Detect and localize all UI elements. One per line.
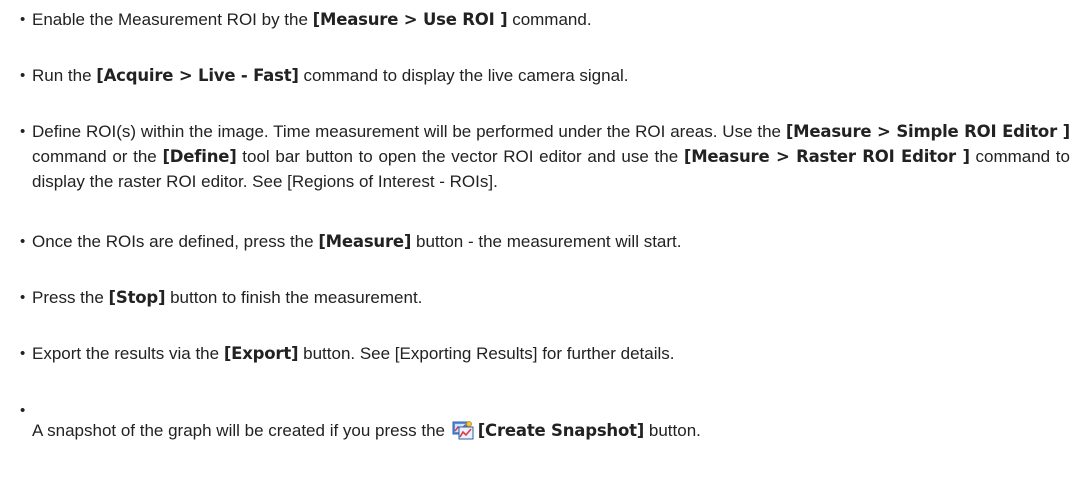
- step-text-pre: Once the ROIs are defined, press the: [32, 232, 319, 251]
- step-text-post: button - the measurement will start.: [411, 232, 682, 251]
- list-item: • Define ROI(s) within the image. Time m…: [20, 119, 1070, 194]
- command-measure-use-roi: [Measure > Use ROI ]: [312, 10, 508, 29]
- create-snapshot-icon: [452, 420, 474, 447]
- bullet: •: [20, 345, 26, 362]
- command-acquire-live-fast: [Acquire > Live - Fast]: [96, 66, 299, 85]
- step-text: Run the [Acquire > Live - Fast] command …: [20, 63, 1070, 88]
- command-raster-roi-editor: [Measure > Raster ROI Editor ]: [683, 147, 970, 166]
- bullet: •: [20, 123, 26, 140]
- step-text-mid2: tool bar button to open the vector ROI e…: [236, 147, 684, 166]
- step-text-post: button. See [Exporting Results] for furt…: [298, 344, 675, 363]
- step-text-pre: Define ROI(s) within the image. Time mea…: [32, 122, 786, 141]
- step-text-pre: A snapshot of the graph will be created …: [32, 421, 450, 440]
- step-text-post: button to finish the measurement.: [165, 288, 423, 307]
- step-text: Press the [Stop] button to finish the me…: [20, 285, 1070, 310]
- step-text-pre: Enable the Measurement ROI by the: [32, 10, 313, 29]
- step-text: Once the ROIs are defined, press the [Me…: [20, 229, 1070, 254]
- command-simple-roi-editor: [Measure > Simple ROI Editor ]: [785, 122, 1070, 141]
- list-item: • A snapshot of the graph will be create…: [20, 398, 1070, 447]
- step-text-post: command.: [507, 10, 592, 29]
- step-text-pre: Run the: [32, 66, 97, 85]
- bullet: •: [20, 67, 26, 84]
- step-text-post: command to display the live camera signa…: [298, 66, 629, 85]
- step-text-pre: Export the results via the: [32, 344, 224, 363]
- list-item: • Export the results via the [Export] bu…: [20, 341, 1070, 366]
- command-create-snapshot: [Create Snapshot]: [477, 421, 645, 440]
- bullet: •: [20, 402, 26, 419]
- command-define: [Define]: [162, 147, 237, 166]
- command-measure: [Measure]: [318, 232, 412, 251]
- list-item: • Once the ROIs are defined, press the […: [20, 229, 1070, 254]
- list-item: • Press the [Stop] button to finish the …: [20, 285, 1070, 310]
- bullet: •: [20, 233, 26, 250]
- step-text-mid: command or the: [32, 147, 163, 166]
- step-text: A snapshot of the graph will be created …: [20, 398, 1070, 447]
- list-item: • Run the [Acquire > Live - Fast] comman…: [20, 63, 1070, 88]
- step-text: Export the results via the [Export] butt…: [20, 341, 1070, 366]
- list-item: • Enable the Measurement ROI by the [Mea…: [20, 7, 1070, 32]
- step-text: Define ROI(s) within the image. Time mea…: [20, 119, 1070, 194]
- step-text: Enable the Measurement ROI by the [Measu…: [20, 7, 1070, 32]
- bullet: •: [20, 11, 26, 28]
- step-text-post: button.: [644, 421, 701, 440]
- command-export: [Export]: [223, 344, 299, 363]
- bullet: •: [20, 289, 26, 306]
- step-text-pre: Press the: [32, 288, 109, 307]
- command-stop: [Stop]: [108, 288, 166, 307]
